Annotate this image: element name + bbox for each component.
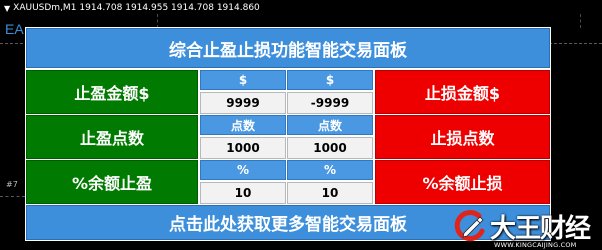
tp-percent-unit-header: %	[200, 160, 286, 180]
brand-url: WWW.KINGCAIJING.COM	[494, 241, 577, 249]
take-profit-amount-input[interactable]: 9999	[200, 92, 286, 114]
stop-loss-points-button[interactable]: 止损点数	[375, 115, 550, 159]
take-profit-percent-button[interactable]: %余额止盈	[26, 160, 198, 204]
tp-amount-unit-header: $	[200, 70, 286, 90]
sl-amount-unit-header: $	[287, 70, 373, 90]
chart-ohlc: 1914.708 1914.955 1914.708 1914.860	[79, 3, 260, 13]
chart-symbol: XAUUSDm,M1	[13, 3, 77, 13]
pen-c-logo-icon	[454, 210, 485, 242]
sl-percent-unit-header: %	[287, 160, 373, 180]
stop-loss-amount-button[interactable]: 止损金额$	[375, 70, 550, 114]
grid-line	[580, 14, 581, 28]
dropdown-triangle-icon[interactable]: ▼	[4, 4, 10, 13]
grid-line	[0, 196, 25, 197]
brand-name: 大王财经	[490, 214, 591, 244]
stop-loss-percent-button[interactable]: %余额止损	[375, 160, 550, 204]
ea-label: EA	[5, 21, 24, 37]
stop-loss-amount-input[interactable]: -9999	[287, 92, 373, 114]
panel-title: 综合止盈止损功能智能交易面板	[26, 28, 550, 68]
chart-header: ▼ XAUUSDm,M1 1914.708 1914.955 1914.708 …	[4, 3, 260, 13]
take-profit-percent-input[interactable]: 10	[200, 182, 286, 204]
stop-loss-points-input[interactable]: 1000	[287, 137, 373, 159]
chart-side-mark: #7	[6, 180, 18, 189]
take-profit-points-input[interactable]: 1000	[200, 137, 286, 159]
stop-loss-percent-input[interactable]: 10	[287, 182, 373, 204]
brand-watermark: 大王财经 WWW.KINGCAIJING.COM	[448, 208, 602, 250]
tp-points-unit-header: 点数	[200, 115, 286, 135]
take-profit-points-button[interactable]: 止盈点数	[26, 115, 198, 159]
take-profit-amount-button[interactable]: 止盈金额$	[26, 70, 198, 114]
grid-line	[157, 14, 158, 28]
sl-points-unit-header: 点数	[287, 115, 373, 135]
